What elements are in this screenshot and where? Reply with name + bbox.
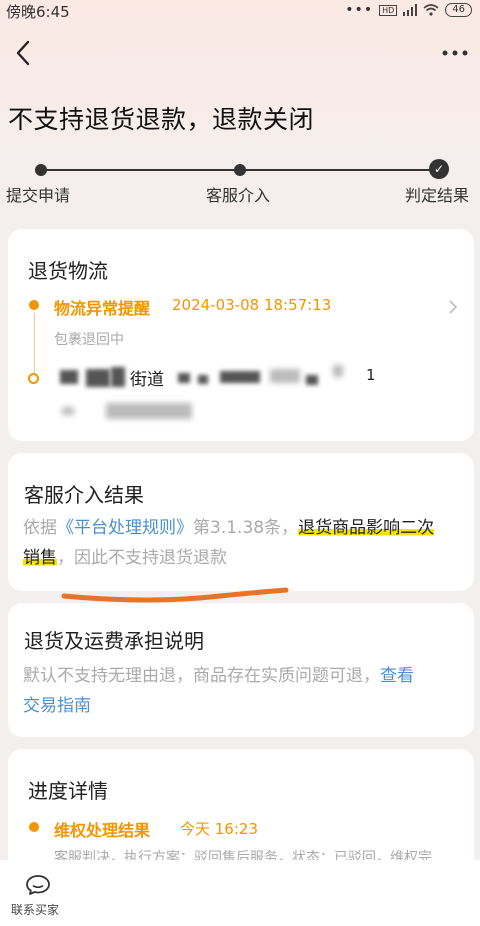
notification-dots-icon: ••• [345,2,374,18]
stepper-line [42,169,238,171]
logistics-event-time: 2024-03-08 18:57:13 [172,296,332,314]
logistics-event-title: 物流异常提醒 [54,299,151,318]
card-title: 退货物流 [28,259,108,283]
cs-result-text: 依据《平台处理规则》第3.1.38条，退货商品影响二次 销售，因此不支持退货退款 [23,513,463,573]
timeline-dot [29,822,39,832]
logistics-event-desc: 包裹退回中 [54,332,124,348]
redacted-text [220,371,260,383]
redacted-text [62,407,74,415]
address-word: 街道 [130,370,164,390]
status-indicators: ••• HD 46 [345,2,472,18]
stepper-line [244,169,434,171]
redacted-text [333,365,343,377]
redacted-text [106,403,192,419]
freight-card: 退货及运费承担说明 默认不支持无理由退，商品存在实质问题可退，查看 交易指南 [8,603,474,737]
status-time: 傍晚6:45 [6,3,70,21]
battery-indicator: 46 [445,3,472,17]
redacted-text [178,373,190,383]
timeline-line [34,313,35,373]
redacted-text [86,369,110,387]
step-dot [234,164,246,176]
check-icon: ✓ [429,159,449,179]
more-icon[interactable] [440,44,470,62]
card-title: 进度详情 [28,779,108,803]
cs-text-prefix: 依据 [23,518,57,538]
guide-link[interactable]: 交易指南 [23,696,91,716]
chevron-right-icon[interactable] [448,299,458,315]
progress-event-title: 维权处理结果 [54,821,151,840]
progress-event-time: 今天 16:23 [180,820,258,838]
card-title: 客服介入结果 [24,483,144,507]
address-tail: 1 [366,366,376,384]
step-label-result: 判定结果 [405,186,470,205]
wifi-icon [423,4,439,16]
cs-text-suffix: ，因此不支持退货退款 [57,548,227,568]
hd-badge: HD [379,4,398,16]
highlight-text: 销售 [23,548,57,568]
bottom-bar: 联系买家 [0,860,480,926]
rule-clause: 第3.1.38条， [193,518,299,538]
page-title: 不支持退货退款，退款关闭 [8,105,315,134]
redacted-text [111,367,125,387]
progress-stepper: ✓ 提交申请 客服介入 判定结果 [0,158,480,205]
redacted-text [306,375,318,385]
highlight-text: 退货商品影响二次 [298,518,435,538]
signal-icon [403,4,418,16]
cs-result-card: 客服介入结果 依据《平台处理规则》第3.1.38条，退货商品影响二次 销售，因此… [8,453,474,591]
freight-text: 默认不支持无理由退，商品存在实质问题可退，查看 交易指南 [23,661,463,721]
timeline-dot [29,300,39,310]
guide-link[interactable]: 查看 [380,666,414,686]
contact-buyer-label: 联系买家 [11,903,60,917]
step-dot [35,164,47,176]
back-arrow-icon[interactable] [12,38,36,68]
status-bar: 傍晚6:45 ••• HD 46 [0,0,480,22]
redacted-text [60,370,78,384]
contact-buyer-button[interactable]: 联系买家 [0,860,80,926]
step-label-submit: 提交申请 [6,186,71,205]
chat-bubble-icon [26,875,50,895]
redacted-text [198,375,208,384]
redacted-text [270,369,300,383]
rule-link[interactable]: 《平台处理规则》 [57,518,193,538]
return-logistics-card[interactable]: 退货物流 物流异常提醒 2024-03-08 18:57:13 包裹退回中 街道… [8,229,474,441]
step-label-cs: 客服介入 [206,186,271,205]
freight-desc: 默认不支持无理由退，商品存在实质问题可退， [23,666,380,686]
card-title: 退货及运费承担说明 [24,629,204,653]
timeline-dot-ring [28,373,39,384]
